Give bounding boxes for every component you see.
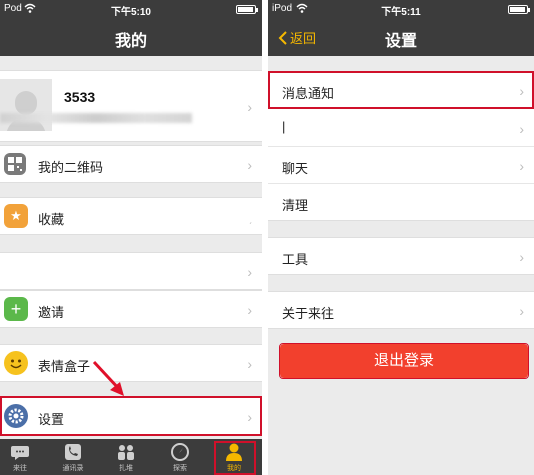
clean-row[interactable]: 清理 (268, 183, 534, 221)
chevron-right-icon: › (247, 264, 252, 280)
qrcode-row[interactable]: 我的二维码 › (0, 145, 262, 183)
nav-bar: 我的 (0, 18, 262, 56)
notifications-highlight-box (268, 71, 534, 109)
page-title: 我的 (114, 33, 147, 50)
page-title: 设置 (384, 33, 417, 50)
chevron-right-icon: › (247, 356, 252, 372)
clean-label: 清理 (282, 198, 309, 213)
tab-label: 探索 (173, 465, 187, 472)
tools-label: 工具 (282, 252, 309, 267)
tab-groups[interactable]: 扎堆 (100, 439, 152, 475)
profile-name: 3533 (64, 89, 96, 105)
group-people-icon (118, 445, 134, 460)
invite-label: 邀请 (38, 305, 65, 320)
chevron-right-icon: › (247, 302, 252, 318)
chevron-right-icon: › (247, 157, 252, 173)
favorites-label: 收藏 (38, 212, 65, 227)
profile-row[interactable]: 3533 › (0, 70, 262, 142)
chat-bubble-icon (11, 446, 29, 460)
tab-label: 扎堆 (119, 465, 133, 472)
settings-screen: iPod 下午5:11 返回 设置 消息通知 › | › 聊天 › 清理 工具 … (268, 0, 534, 475)
chevron-right-icon: ˏ (248, 214, 252, 225)
about-label: 关于来往 (282, 306, 335, 321)
chevron-right-icon: › (519, 120, 524, 137)
my-page-screen: Pod 下午5:10 我的 3533 › 我的二维码 › ★ 收藏 ˏ › + … (0, 0, 262, 475)
status-bar: Pod 下午5:10 (0, 0, 262, 18)
me-tab-highlight-box (214, 441, 256, 475)
status-time: 下午5:10 (110, 7, 151, 18)
settings-highlight-box (0, 396, 262, 436)
chevron-right-icon: › (519, 249, 524, 265)
pointer-arrow-icon (92, 360, 124, 396)
plus-icon: + (4, 297, 28, 321)
unlabeled-row[interactable]: | › (268, 109, 534, 147)
battery-icon (508, 5, 530, 14)
tab-contacts[interactable]: 通讯录 (47, 439, 99, 475)
chevron-right-icon: › (247, 99, 252, 115)
status-time: 下午5:11 (381, 7, 421, 18)
status-bar: iPod 下午5:11 (268, 0, 534, 18)
logout-highlight-box (279, 343, 529, 379)
invite-row[interactable]: + 邀请 › (0, 290, 262, 328)
unlabeled-label: | (282, 119, 286, 134)
tab-label: 通讯录 (62, 465, 84, 472)
chat-label: 聊天 (282, 161, 309, 176)
smiley-icon (4, 351, 28, 375)
qrcode-icon (4, 153, 26, 175)
profile-detail-blurred (0, 113, 192, 123)
chat-row[interactable]: 聊天 › (268, 146, 534, 184)
blank-row[interactable]: › (0, 252, 262, 290)
about-row[interactable]: 关于来往 › (268, 291, 534, 329)
qrcode-label: 我的二维码 (38, 160, 104, 175)
nav-bar: 返回 设置 (268, 18, 534, 56)
phone-icon (65, 444, 81, 460)
tab-explore[interactable]: 探索 (154, 439, 206, 475)
sticker-box-row[interactable]: 表情盒子 › (0, 344, 262, 382)
star-bookmark-icon: ★ (4, 204, 28, 228)
chevron-right-icon: › (519, 158, 524, 174)
tab-label: 来往 (13, 465, 27, 472)
favorites-row[interactable]: ★ 收藏 ˏ (0, 197, 262, 235)
chevron-right-icon: › (519, 303, 524, 319)
battery-icon (236, 5, 258, 14)
tools-row[interactable]: 工具 › (268, 237, 534, 275)
compass-icon (171, 443, 189, 461)
sticker-box-label: 表情盒子 (38, 359, 91, 374)
avatar (0, 79, 52, 131)
tab-laiwang[interactable]: 来往 (0, 439, 46, 475)
